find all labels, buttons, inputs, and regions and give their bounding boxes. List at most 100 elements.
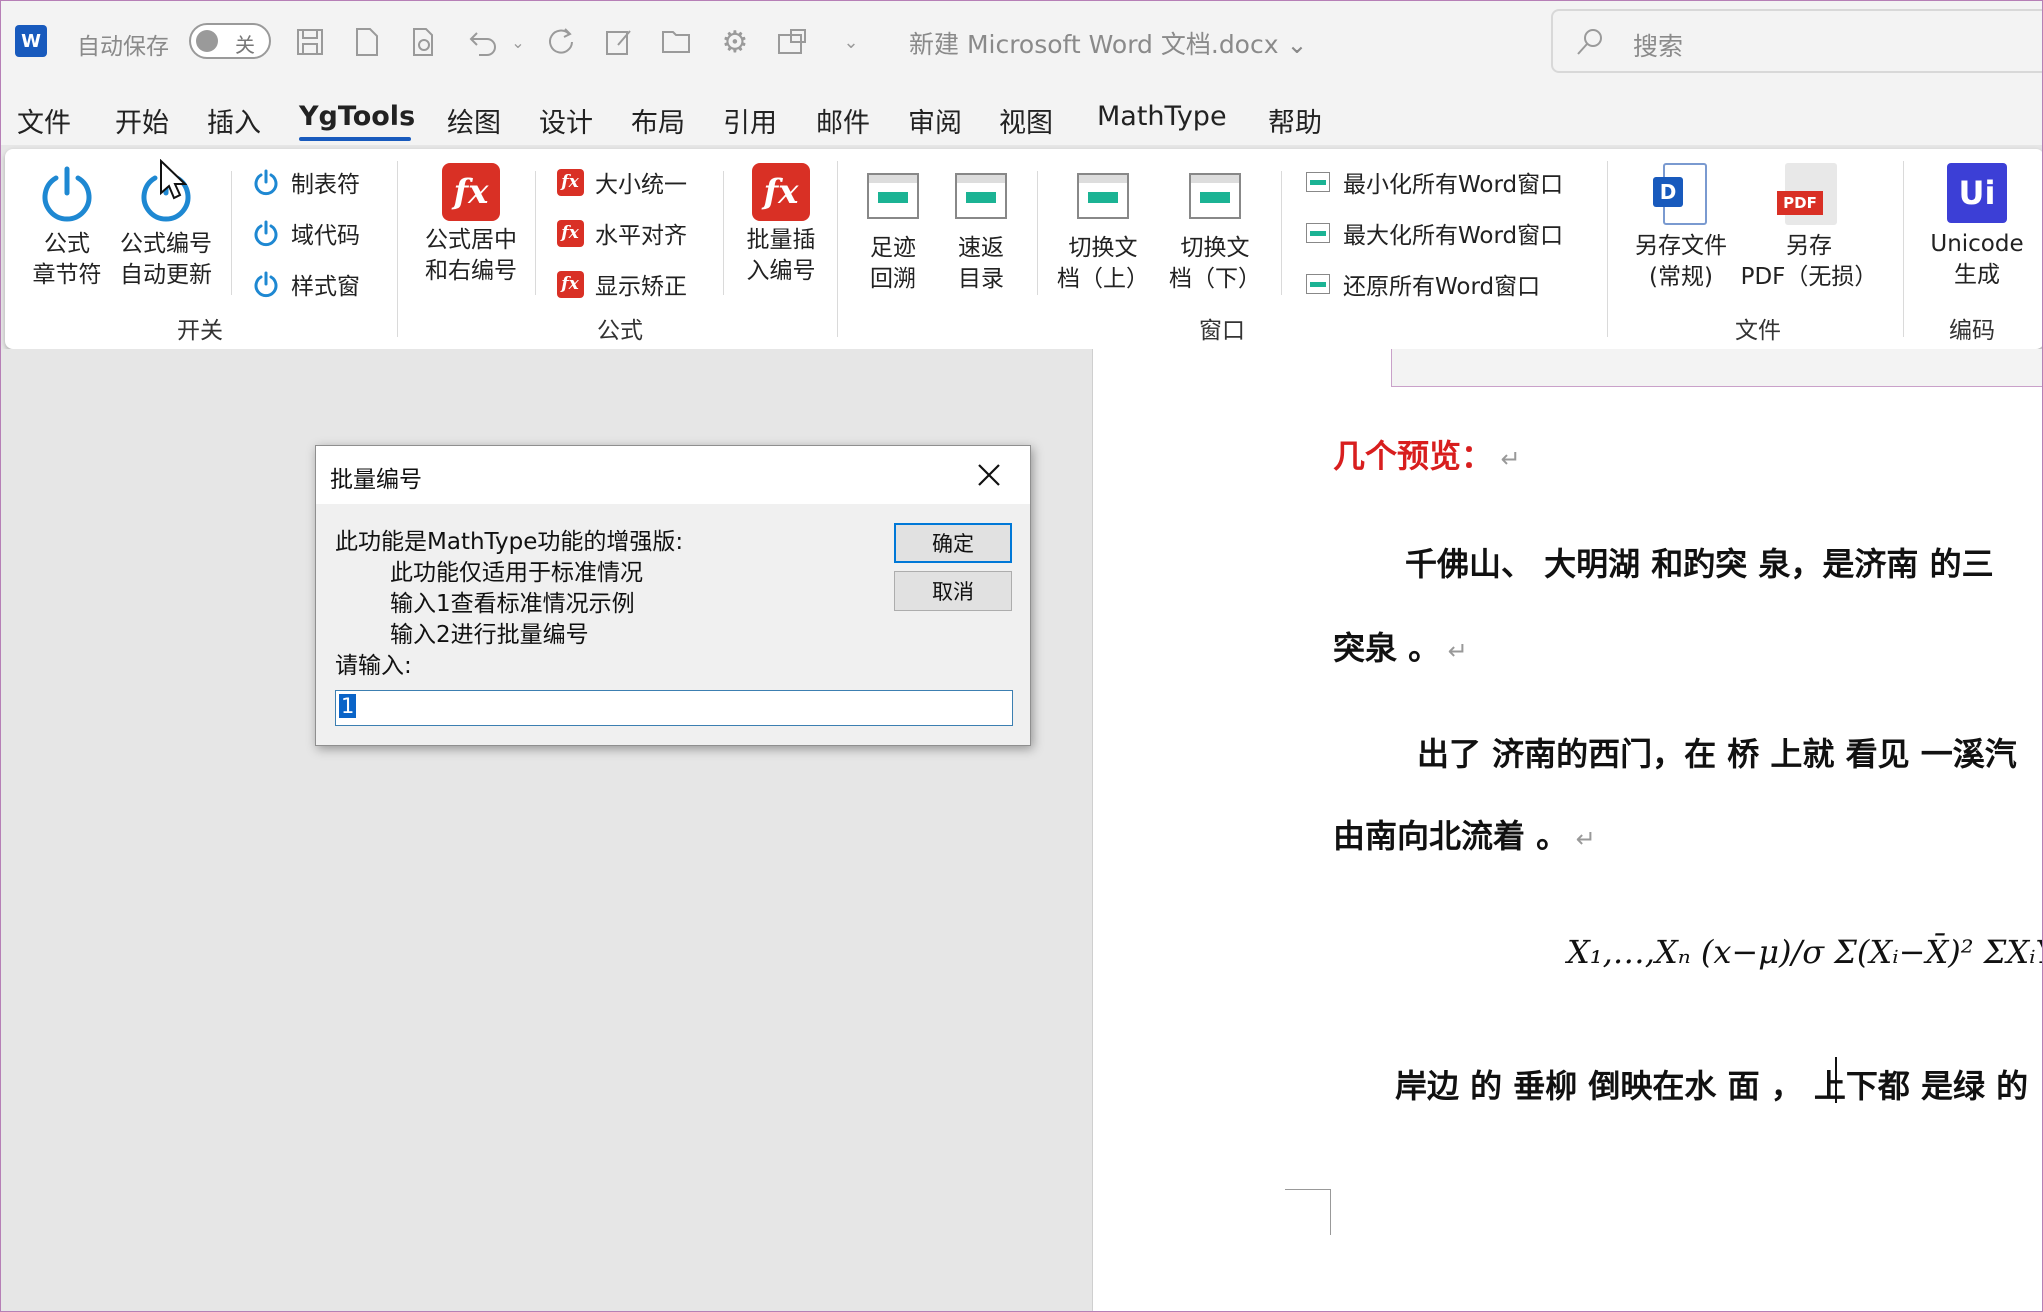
tab-review[interactable]: 审阅	[908, 101, 962, 140]
window-icon	[1306, 274, 1330, 294]
mouse-cursor	[160, 159, 187, 200]
print-preview-icon[interactable]	[405, 17, 443, 67]
group-label-window: 窗口	[1199, 318, 1245, 344]
horizontal-align-button[interactable]: fx 水平对齐	[555, 214, 687, 252]
doc-paragraph: 由南向北流着 。 ↵	[1333, 817, 1596, 855]
dialog-text: 此功能是MathType功能的增强版:	[335, 529, 684, 555]
tab-draw[interactable]: 绘图	[447, 101, 501, 140]
save-pdf-button[interactable]: PDF 另存 PDF（无损）	[1739, 163, 1879, 293]
group-label-encode: 编码	[1949, 318, 1995, 344]
tab-layout[interactable]: 布局	[631, 101, 685, 140]
new-file-icon[interactable]	[348, 17, 386, 67]
search-icon	[1577, 29, 1602, 55]
word-doc-icon: D	[1653, 163, 1709, 227]
formula-chapter-label: 公式 章节符	[32, 231, 102, 288]
edit-icon[interactable]	[599, 17, 639, 67]
restore-all-button[interactable]: 还原所有Word窗口	[1303, 265, 1540, 303]
header-area	[1391, 349, 2042, 387]
word-window: W 自动保存 关 ⌄ ⚙ ⌄ 新建 Microsoft Word 文档.docx…	[0, 0, 2043, 1312]
dialog-title-bar: 批量编号	[316, 446, 1030, 504]
display-correct-button[interactable]: fx 显示矫正	[555, 265, 687, 303]
pdf-icon: PDF	[1777, 163, 1841, 227]
paragraph-mark-icon: ↵	[1568, 825, 1596, 853]
formula-center-number-button[interactable]: fx 公式居中 和右编号	[413, 163, 529, 287]
group-label-formula: 公式	[597, 318, 643, 344]
dialog-text: 输入2进行批量编号	[390, 622, 589, 648]
autosave-toggle[interactable]: 关	[189, 23, 271, 59]
group-separator	[397, 161, 398, 337]
doc-paragraph: 出了 济南的西门，在 桥 上就 看见 一溪汽	[1417, 735, 2017, 773]
unicode-generate-button[interactable]: Ui Unicode 生成	[1917, 163, 2037, 291]
tab-insert[interactable]: 插入	[207, 101, 261, 140]
search-box[interactable]: 搜索	[1551, 9, 2042, 73]
tab-ygtools[interactable]: YgTools	[299, 101, 415, 132]
tab-mailings[interactable]: 邮件	[816, 101, 870, 140]
doc-heading: 几个预览： ↵	[1333, 437, 1521, 475]
undo-dropdown-icon[interactable]: ⌄	[506, 17, 530, 67]
doc-paragraph: 突泉 。 ↵	[1333, 629, 1468, 667]
divider	[1281, 171, 1282, 295]
fx-icon: fx	[752, 163, 810, 221]
doc-formula: X₁,…,Xₙ (x−μ)/σ Σ(Xᵢ−X̄)² ΣXᵢYᵢ	[1567, 933, 2043, 971]
dialog-input[interactable]: 1	[335, 690, 1013, 726]
power-icon	[42, 166, 92, 222]
save-icon[interactable]	[291, 17, 329, 67]
fx-icon: fx	[556, 270, 584, 298]
tab-mathtype[interactable]: MathType	[1097, 101, 1227, 132]
dialog-prompt: 请输入:	[335, 653, 412, 679]
tab-home[interactable]: 开始	[115, 101, 169, 140]
formula-chapter-button[interactable]: 公式 章节符	[19, 163, 115, 291]
batch-insert-number-button[interactable]: fx 批量插 入编号	[735, 163, 827, 287]
undo-icon[interactable]	[463, 17, 503, 67]
group-label-file: 文件	[1735, 318, 1781, 344]
paragraph-mark-icon: ↵	[1493, 445, 1521, 473]
customize-toolbar-icon[interactable]: ⌄	[839, 17, 863, 67]
open-folder-icon[interactable]	[657, 17, 697, 67]
doc-paragraph: 岸边 的 垂柳 倒映在水 面 ， 上下都 是绿 的	[1395, 1067, 2029, 1105]
ribbon: 公式 章节符 公式编号 自动更新 制表符 域代码 样式窗 开关 fx 公式居中 …	[5, 149, 2042, 349]
dialog-text: 此功能仅适用于标准情况	[390, 560, 643, 586]
menu-bar: 文件 开始 插入 YgTools 绘图 设计 布局 引用 邮件 审阅 视图 Ma…	[1, 83, 2042, 145]
switch-doc-down-button[interactable]: 切换文 档（下）	[1161, 163, 1269, 295]
addin-icon[interactable]	[773, 17, 813, 67]
unicode-icon: Ui	[1947, 163, 2007, 223]
chevron-down-icon: ⌄	[1286, 30, 1308, 59]
quick-toc-button[interactable]: 速返 目录	[941, 163, 1021, 295]
window-icon	[955, 173, 1007, 219]
tab-references[interactable]: 引用	[723, 101, 777, 140]
tab-char-button[interactable]: 制表符	[251, 163, 360, 201]
paragraph-mark-icon: ↵	[1440, 637, 1468, 665]
style-pane-button[interactable]: 样式窗	[251, 265, 360, 303]
settings-icon[interactable]: ⚙	[715, 17, 755, 67]
window-icon	[867, 173, 919, 219]
power-icon	[251, 167, 281, 197]
document-page[interactable]: 几个预览： ↵ 千佛山、 大明湖 和趵突 泉，是济南 的三 突泉 。 ↵ 出了 …	[1092, 349, 2043, 1311]
window-icon	[1306, 223, 1330, 243]
window-icon	[1077, 173, 1129, 219]
footprint-back-button[interactable]: 足迹 回溯	[853, 163, 933, 295]
power-icon	[251, 269, 281, 299]
word-icon: W	[15, 25, 47, 57]
divider	[1037, 171, 1038, 295]
save-file-button[interactable]: D 另存文件 (常规)	[1623, 163, 1739, 293]
close-icon[interactable]	[976, 462, 1002, 488]
tab-help[interactable]: 帮助	[1268, 101, 1322, 140]
fx-icon: fx	[556, 168, 584, 196]
cancel-button[interactable]: 取消	[894, 571, 1012, 611]
switch-doc-up-button[interactable]: 切换文 档（上）	[1049, 163, 1157, 295]
divider	[723, 171, 724, 295]
tab-design[interactable]: 设计	[539, 101, 593, 140]
group-label-switch: 开关	[177, 318, 223, 344]
group-separator	[1607, 161, 1608, 337]
document-title[interactable]: 新建 Microsoft Word 文档.docx ⌄	[909, 25, 1307, 61]
dialog-title: 批量编号	[330, 467, 422, 493]
ok-button[interactable]: 确定	[894, 523, 1012, 563]
minimize-all-button[interactable]: 最小化所有Word窗口	[1303, 163, 1563, 201]
field-code-button[interactable]: 域代码	[251, 214, 360, 252]
tab-file[interactable]: 文件	[17, 101, 71, 140]
maximize-all-button[interactable]: 最大化所有Word窗口	[1303, 214, 1563, 252]
size-unify-button[interactable]: fx 大小统一	[555, 163, 687, 201]
redo-icon[interactable]	[541, 17, 581, 67]
tab-view[interactable]: 视图	[999, 101, 1053, 140]
formula-auto-update-label: 公式编号 自动更新	[120, 231, 212, 288]
